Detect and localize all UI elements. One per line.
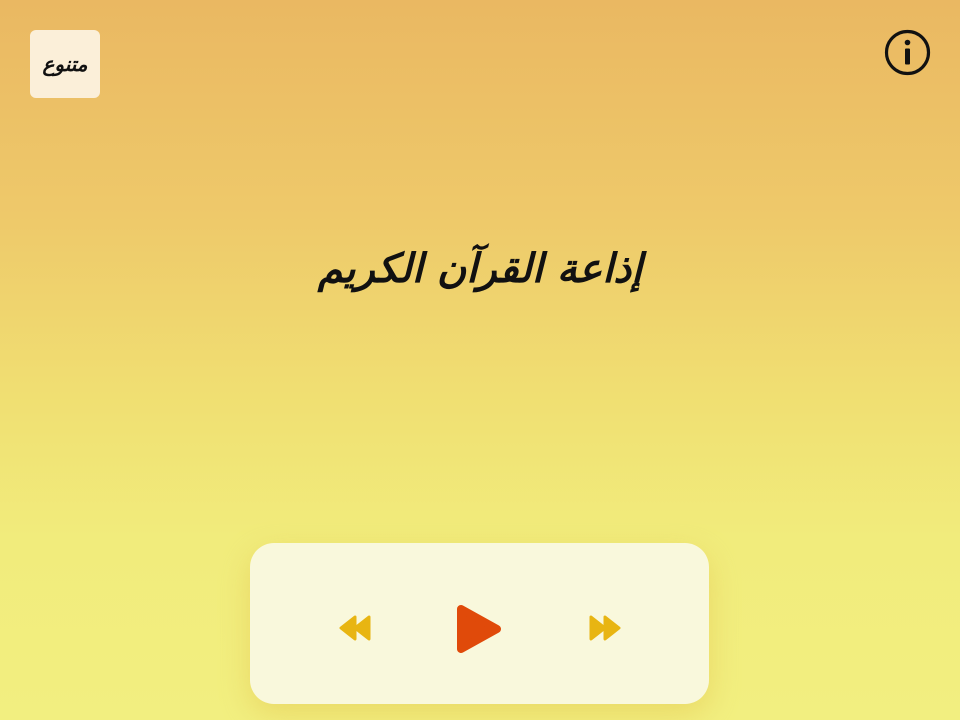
play-icon[interactable]	[456, 604, 502, 654]
station-category-label: متنوع	[42, 52, 88, 76]
fast-forward-icon[interactable]	[588, 615, 622, 641]
info-icon[interactable]	[884, 29, 931, 76]
player-controls-card	[250, 543, 709, 704]
station-category-button[interactable]: متنوع	[30, 30, 100, 98]
rewind-icon[interactable]	[338, 615, 372, 641]
page-title: إذاعة القرآن الكريم	[317, 245, 643, 292]
